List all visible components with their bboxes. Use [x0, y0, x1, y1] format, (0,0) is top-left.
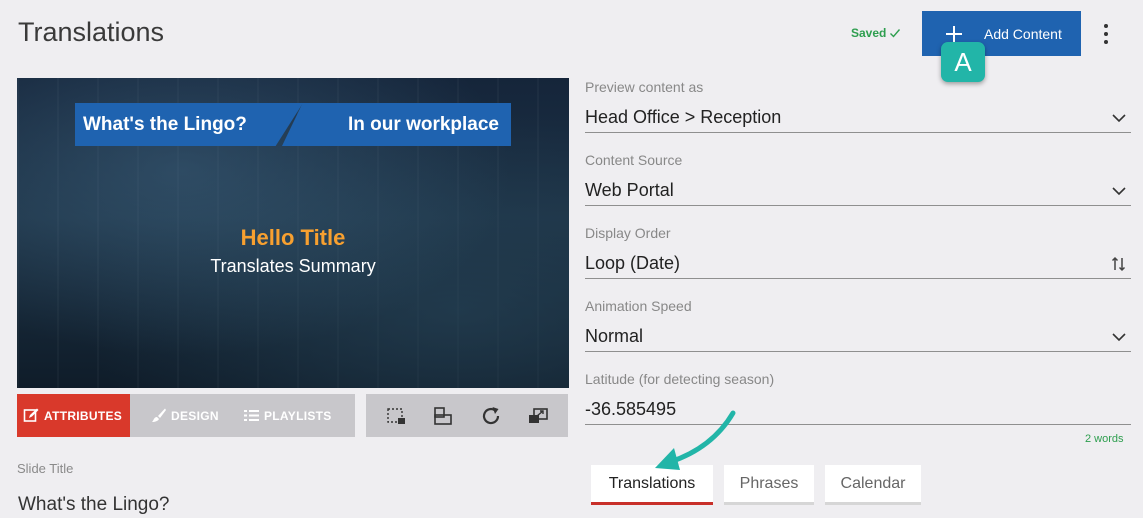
banner-right: In our workplace [282, 103, 511, 146]
sort-icon [1111, 256, 1126, 271]
tab-attributes[interactable]: ATTRIBUTES [17, 394, 130, 437]
preview-as-value: Head Office > Reception [585, 107, 782, 127]
word-count: 2 words [1085, 433, 1124, 445]
page-title: Translations [18, 17, 165, 47]
animation-speed-select[interactable]: Normal [585, 322, 1131, 352]
chevron-down-icon [1112, 113, 1126, 122]
display-order-value: Loop (Date) [585, 253, 681, 273]
saved-label: Saved [851, 26, 887, 40]
refresh-icon[interactable] [480, 405, 502, 427]
content-source-select[interactable]: Web Portal [585, 176, 1131, 206]
content-source-field: Content Source Web Portal [585, 152, 1131, 206]
slide-title-input[interactable]: What's the Lingo? [18, 494, 170, 516]
tab-design[interactable]: DESIGN [130, 394, 235, 437]
tab-calendar[interactable]: Calendar [825, 465, 921, 505]
animation-speed-value: Normal [585, 326, 644, 346]
slide-title-label: Slide Title [17, 461, 74, 476]
step-badge: A [941, 42, 985, 82]
preview-as-label: Preview content as [585, 79, 704, 95]
preview-summary: Translates Summary [210, 256, 376, 276]
latitude-label: Latitude (for detecting season) [585, 371, 775, 387]
chevron-down-icon [1112, 332, 1126, 341]
preview-as-select[interactable]: Head Office > Reception [585, 103, 1131, 133]
brush-icon [152, 408, 166, 422]
edit-icon [23, 408, 39, 422]
saved-status: Saved [851, 26, 901, 40]
chevron-down-icon [1112, 186, 1126, 195]
add-content-label: Add Content [984, 25, 1062, 42]
animation-speed-field: Animation Speed Normal [585, 298, 1131, 352]
slide-preview: What's the Lingo? In our workplace Hello… [17, 78, 569, 388]
display-order-field: Display Order Loop (Date) [585, 225, 1131, 279]
tab-playlists[interactable]: PLAYLISTS [235, 394, 355, 437]
preview-as-field: Preview content as Head Office > Recepti… [585, 79, 1131, 133]
check-icon [890, 29, 901, 38]
display-order-select[interactable]: Loop (Date) [585, 249, 1131, 279]
content-source-label: Content Source [585, 152, 683, 168]
editor-tabs: ATTRIBUTES DESIGN PLAYLISTS [17, 394, 355, 437]
preview-actions [366, 394, 568, 437]
pointer-arrow-icon [655, 410, 736, 470]
screen-share-icon[interactable] [527, 405, 549, 427]
preview-hello-title: Hello Title [240, 225, 346, 250]
animation-speed-label: Animation Speed [585, 298, 692, 314]
tab-attributes-label: ATTRIBUTES [44, 408, 123, 423]
tab-playlists-label: PLAYLISTS [264, 408, 332, 423]
banner-left: What's the Lingo? [75, 103, 303, 146]
content-source-value: Web Portal [585, 180, 674, 200]
tab-design-label: DESIGN [171, 408, 219, 423]
layers-icon[interactable] [432, 405, 454, 427]
list-icon [244, 410, 259, 421]
display-order-label: Display Order [585, 225, 671, 241]
more-options-icon[interactable] [1097, 22, 1115, 46]
crop-icon[interactable] [385, 405, 407, 427]
